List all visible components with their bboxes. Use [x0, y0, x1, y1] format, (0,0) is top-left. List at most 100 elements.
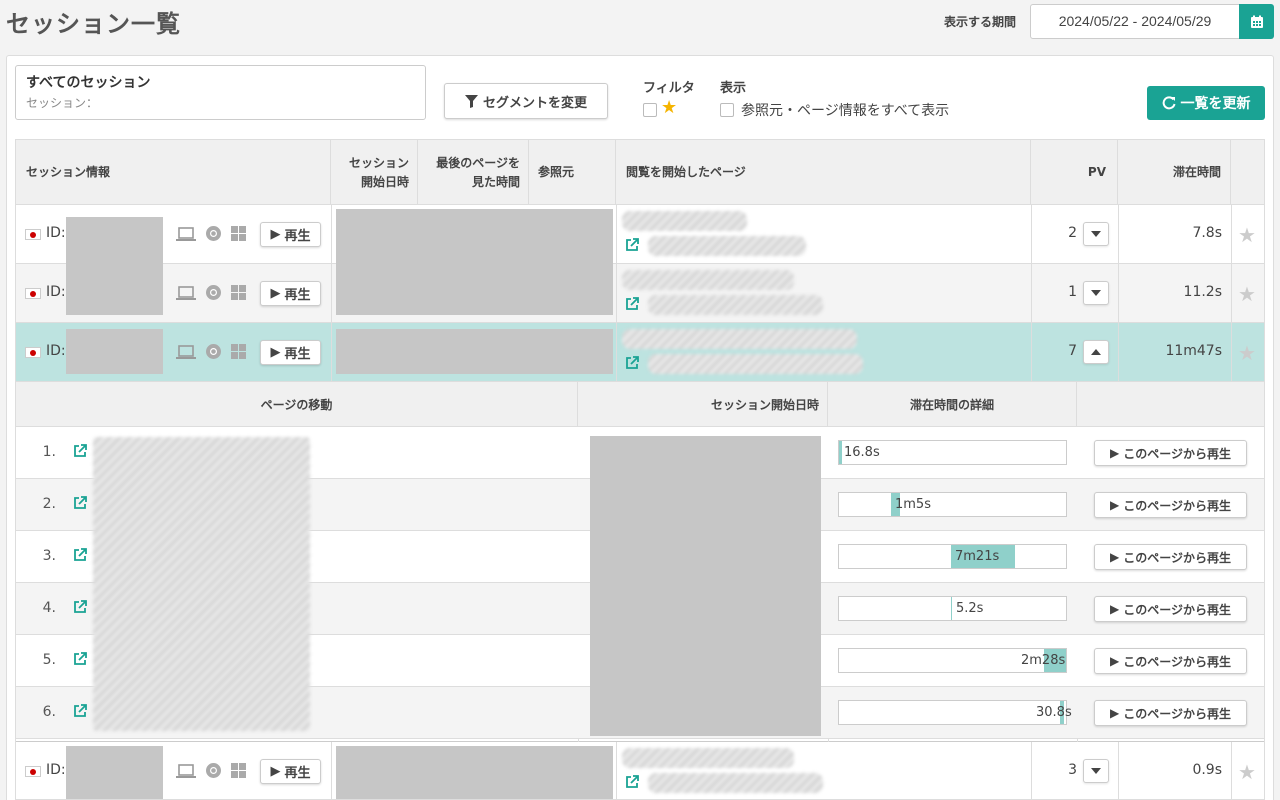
- redacted-page-title: [622, 211, 747, 231]
- session-row[interactable]: ID: ▶ 再生 1 11.2s ★: [16, 264, 1264, 323]
- japan-flag-icon: [25, 766, 41, 777]
- col-favorite: [1231, 140, 1264, 205]
- replay-label: このページから再生: [1123, 654, 1231, 669]
- page-detail-header: ページの移動 セッション開始日時 滞在時間の詳細: [16, 382, 1264, 427]
- session-row-expanded[interactable]: ID: ▶ 再生 7 11m47s ★: [16, 323, 1264, 382]
- device-icons: [176, 225, 246, 242]
- session-id-label: ID:: [46, 343, 66, 359]
- calendar-button[interactable]: [1239, 4, 1274, 39]
- collapse-pages-button[interactable]: [1083, 340, 1109, 364]
- favorite-star-icon[interactable]: ★: [1238, 762, 1256, 782]
- chrome-icon: [206, 285, 221, 300]
- session-id-label: ID:: [46, 225, 66, 241]
- external-link-icon[interactable]: [625, 297, 639, 311]
- star-icon: ★: [661, 97, 678, 118]
- session-id-label: ID:: [46, 762, 66, 778]
- japan-flag-icon: [25, 347, 41, 358]
- pv-value: 1: [1068, 284, 1077, 300]
- replay-from-page-button[interactable]: ▶ このページから再生: [1094, 700, 1247, 726]
- expand-pages-button[interactable]: [1083, 281, 1109, 305]
- external-link-icon[interactable]: [625, 238, 639, 252]
- play-icon: ▶: [1110, 602, 1120, 616]
- page-title: セッション一覧: [6, 10, 181, 38]
- stay-bar: 16.8s: [838, 440, 1067, 465]
- stay-time-value: 7.8s: [1192, 225, 1222, 241]
- play-label: 再生: [284, 229, 311, 244]
- favorite-star-icon[interactable]: ★: [1238, 343, 1256, 363]
- external-link-icon[interactable]: [73, 600, 87, 614]
- show-all-info-checkbox[interactable]: [720, 103, 734, 117]
- calendar-icon: [1250, 15, 1263, 28]
- replay-from-page-button[interactable]: ▶ このページから再生: [1094, 492, 1247, 518]
- replay-label: このページから再生: [1123, 706, 1231, 721]
- stay-bar: 2m28s: [838, 648, 1067, 673]
- col-referrer: 参照元: [529, 140, 616, 205]
- change-segment-button[interactable]: セグメントを変更: [444, 83, 608, 119]
- external-link-icon[interactable]: [73, 444, 87, 458]
- session-row[interactable]: ID: ▶ 再生 3 0.9s ★: [16, 742, 1264, 799]
- col-session-start: セッション 開始日時: [331, 140, 418, 205]
- replay-from-page-button[interactable]: ▶ このページから再生: [1094, 648, 1247, 674]
- favorite-star-icon[interactable]: ★: [1238, 225, 1256, 245]
- windows-icon: [231, 226, 246, 241]
- redacted-page-url: [648, 236, 806, 256]
- col-stay-detail: 滞在時間の詳細: [828, 382, 1077, 427]
- refresh-icon: [1162, 96, 1175, 110]
- redacted-page-title: [622, 270, 794, 290]
- stay-bar: 30.8s: [838, 700, 1072, 725]
- windows-icon: [231, 344, 246, 359]
- redacted-start-datetime: [590, 436, 821, 736]
- external-link-icon[interactable]: [73, 652, 87, 666]
- device-icons: [176, 284, 246, 301]
- play-session-button[interactable]: ▶ 再生: [260, 281, 321, 306]
- play-label: 再生: [284, 347, 311, 362]
- external-link-icon[interactable]: [73, 704, 87, 718]
- play-icon: ▶: [270, 286, 281, 301]
- replay-from-page-button[interactable]: ▶ このページから再生: [1094, 596, 1247, 622]
- favorite-filter-checkbox[interactable]: [643, 103, 657, 117]
- play-session-button[interactable]: ▶ 再生: [260, 340, 321, 365]
- show-all-info-label: 参照元・ページ情報をすべて表示: [741, 103, 950, 119]
- expand-pages-button[interactable]: [1083, 759, 1109, 783]
- favorite-star-icon[interactable]: ★: [1238, 284, 1256, 304]
- session-row[interactable]: ID: ▶ 再生 2 7.8s ★: [16, 205, 1264, 314]
- session-table: セッション情報 セッション 開始日時 最後のページを 見た時間 参照元 閲覧を開始し…: [15, 139, 1265, 800]
- japan-flag-icon: [25, 229, 41, 240]
- page-index: 1.: [42, 444, 56, 460]
- replay-from-page-button[interactable]: ▶ このページから再生: [1094, 440, 1247, 466]
- replay-label: このページから再生: [1123, 602, 1231, 617]
- chevron-down-icon: [1091, 290, 1101, 296]
- japan-flag-icon: [25, 288, 41, 299]
- play-session-button[interactable]: ▶ 再生: [260, 222, 321, 247]
- redacted-session-id: [66, 329, 163, 374]
- redacted-session-id: [66, 217, 163, 315]
- external-link-icon[interactable]: [625, 356, 639, 370]
- segment-title: すべてのセッション: [26, 75, 151, 91]
- laptop-icon: [176, 344, 196, 359]
- device-icons: [176, 343, 246, 360]
- device-icons: [176, 762, 246, 779]
- external-link-icon[interactable]: [625, 775, 639, 789]
- play-icon: ▶: [1110, 654, 1120, 668]
- windows-icon: [231, 763, 246, 778]
- page-index: 2.: [42, 496, 56, 512]
- col-landing-page: 閲覧を開始したページ: [616, 140, 1031, 205]
- refresh-list-button[interactable]: 一覧を更新: [1147, 86, 1265, 120]
- chevron-up-icon: [1091, 349, 1101, 355]
- period-label: 表示する期間: [944, 15, 1017, 29]
- external-link-icon[interactable]: [73, 548, 87, 562]
- play-session-button[interactable]: ▶ 再生: [260, 759, 321, 784]
- segment-info-box: すべてのセッション セッション：: [15, 65, 426, 120]
- replay-from-page-button[interactable]: ▶ このページから再生: [1094, 544, 1247, 570]
- pv-value: 2: [1068, 225, 1077, 241]
- play-label: 再生: [284, 766, 311, 781]
- stay-bar: 5.2s: [838, 596, 1067, 621]
- table-header: セッション情報 セッション 開始日時 最後のページを 見た時間 参照元 閲覧を開始し…: [16, 140, 1264, 205]
- stay-bar-fill: [839, 441, 842, 464]
- expand-pages-button[interactable]: [1083, 222, 1109, 246]
- stay-bar: 1m5s: [838, 492, 1067, 517]
- external-link-icon[interactable]: [73, 496, 87, 510]
- date-range-input[interactable]: 2024/05/22 - 2024/05/29: [1030, 4, 1240, 39]
- col-session-start-line2: 開始日時: [360, 174, 409, 189]
- replay-label: このページから再生: [1123, 550, 1231, 565]
